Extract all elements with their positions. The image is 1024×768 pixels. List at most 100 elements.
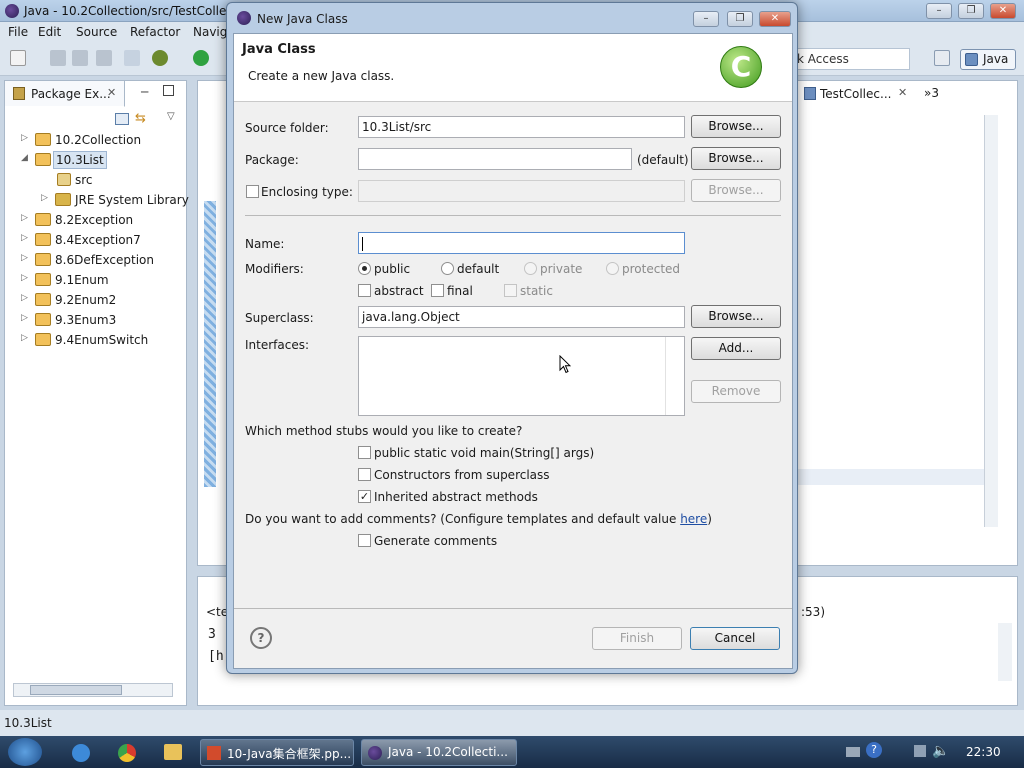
network-icon[interactable]	[914, 745, 926, 757]
tree-item-src[interactable]: src	[5, 170, 185, 190]
source-folder-browse-button[interactable]: Browse...	[691, 115, 781, 138]
current-line-highlight	[798, 469, 984, 485]
debug-icon[interactable]	[152, 50, 168, 66]
dialog-maximize-button[interactable]: ❐	[727, 11, 753, 27]
modifier-static-label: static	[520, 284, 553, 298]
help-tray-icon[interactable]: ?	[866, 742, 882, 758]
tree-item-8-4exception7[interactable]: ▷ 8.4Exception7	[5, 230, 185, 250]
tree-item-10-2collection[interactable]: ▷ 10.2Collection	[5, 130, 185, 150]
clock[interactable]: 22:30	[966, 745, 1001, 759]
ie-icon[interactable]	[72, 744, 90, 762]
superclass-browse-button[interactable]: Browse...	[691, 305, 781, 328]
package-explorer-icon	[13, 87, 25, 100]
scrollbar-thumb[interactable]	[30, 685, 122, 695]
source-folder-input[interactable]: 10.3List/src	[358, 116, 685, 138]
taskbar-item-ppt[interactable]: 10-Java集合框架.pp...	[200, 739, 354, 766]
tree-item-9-2enum2[interactable]: ▷ 9.2Enum2	[5, 290, 185, 310]
vertical-scrollbar[interactable]	[984, 115, 998, 527]
run-icon[interactable]	[193, 50, 209, 66]
new-icon[interactable]	[10, 50, 26, 66]
interfaces-add-button[interactable]: Add...	[691, 337, 781, 360]
view-menu-icon[interactable]: ▽	[167, 111, 175, 122]
save-all-icon[interactable]	[72, 50, 88, 66]
tree-item-9-3enum3[interactable]: ▷ 9.3Enum3	[5, 310, 185, 330]
link-editor-icon[interactable]: ⇆	[135, 111, 146, 126]
stub-inherited-checkbox[interactable]: ✓	[358, 490, 371, 503]
modifier-default-radio[interactable]	[441, 262, 454, 275]
cancel-button[interactable]: Cancel	[690, 627, 780, 650]
enclosing-type-checkbox[interactable]	[246, 185, 259, 198]
chrome-icon[interactable]	[118, 744, 136, 762]
package-input[interactable]	[358, 148, 632, 170]
print-icon[interactable]	[96, 50, 112, 66]
keyboard-icon[interactable]	[846, 747, 860, 757]
modifier-abstract-checkbox[interactable]	[358, 284, 371, 297]
tab-close-icon[interactable]: ✕	[107, 86, 116, 99]
open-perspective-icon[interactable]	[934, 50, 950, 66]
list-scroll-divider	[665, 337, 666, 415]
menu-source[interactable]: Source	[76, 25, 117, 39]
menu-refactor[interactable]: Refactor	[130, 25, 180, 39]
superclass-label: Superclass:	[245, 311, 314, 325]
skip-breakpoints-icon[interactable]	[124, 50, 140, 66]
minimize-view-icon[interactable]: ─	[141, 85, 148, 99]
stub-inherited-label: Inherited abstract methods	[374, 490, 538, 504]
explorer-icon[interactable]	[164, 744, 182, 760]
generate-comments-checkbox[interactable]	[358, 534, 371, 547]
start-button[interactable]	[8, 738, 42, 766]
enclosing-type-label: Enclosing type:	[261, 185, 353, 199]
dialog-title-bar: New Java Class – ❐ ✕	[227, 3, 797, 33]
stub-main-checkbox[interactable]	[358, 446, 371, 459]
tree-item-10-3list[interactable]: ◢ 10.3List	[5, 150, 185, 170]
package-explorer-tab-label: Package Ex...	[31, 87, 111, 101]
tree-item-9-1enum[interactable]: ▷ 9.1Enum	[5, 270, 185, 290]
close-button[interactable]: ✕	[990, 3, 1016, 19]
modifier-final-checkbox[interactable]	[431, 284, 444, 297]
console-scrollbar[interactable]	[998, 623, 1012, 681]
dialog-close-button[interactable]: ✕	[759, 11, 791, 27]
menu-file[interactable]: File	[8, 25, 28, 39]
modifier-private-radio[interactable]	[524, 262, 537, 275]
modifier-static-checkbox[interactable]	[504, 284, 517, 297]
menu-navigate[interactable]: Navig	[193, 25, 227, 39]
horizontal-scrollbar[interactable]	[13, 683, 173, 697]
package-explorer-tab[interactable]: Package Ex... ✕	[5, 81, 125, 107]
tree-item-8-6defexception[interactable]: ▷ 8.6DefException	[5, 250, 185, 270]
maximize-view-icon[interactable]	[163, 85, 174, 96]
name-input[interactable]	[358, 232, 685, 254]
save-icon[interactable]	[50, 50, 66, 66]
interfaces-remove-button[interactable]: Remove	[691, 380, 781, 403]
superclass-input[interactable]: java.lang.Object	[358, 306, 685, 328]
package-explorer-panel: Package Ex... ✕ ─ ⇆ ▽ ▷ 10.2Collection ◢…	[4, 80, 189, 706]
enclosing-type-input[interactable]	[358, 180, 685, 202]
quick-access-field[interactable]: k Access	[790, 48, 910, 70]
tab-overflow-indicator[interactable]: »3	[924, 86, 939, 100]
menu-edit[interactable]: Edit	[38, 25, 61, 39]
source-folder-icon	[57, 173, 71, 186]
collapse-all-icon[interactable]	[115, 113, 129, 125]
maximize-button[interactable]: ❐	[958, 3, 984, 19]
editor-tab-label[interactable]: TestCollec...	[820, 87, 891, 101]
modifier-public-radio[interactable]	[358, 262, 371, 275]
configure-templates-link[interactable]: here	[680, 512, 707, 526]
java-perspective-button[interactable]: Java	[960, 49, 1016, 70]
tree-item-jre[interactable]: ▷ JRE System Library	[5, 190, 189, 210]
interfaces-list[interactable]	[358, 336, 685, 416]
volume-icon[interactable]: 🔈	[932, 743, 949, 759]
taskbar-item-eclipse[interactable]: Java - 10.2Collecti...	[361, 739, 517, 766]
enclosing-type-browse-button[interactable]: Browse...	[691, 179, 781, 202]
help-button[interactable]: ?	[250, 627, 272, 649]
tree-item-9-4enumswitch[interactable]: ▷ 9.4EnumSwitch	[5, 330, 185, 350]
dialog-eclipse-icon	[237, 11, 251, 25]
windows-taskbar: 10-Java集合框架.pp... Java - 10.2Collecti...…	[0, 736, 1024, 768]
package-browse-button[interactable]: Browse...	[691, 147, 781, 170]
dialog-minimize-button[interactable]: –	[693, 11, 719, 27]
tree-item-8-2exception[interactable]: ▷ 8.2Exception	[5, 210, 185, 230]
finish-button[interactable]: Finish	[592, 627, 682, 650]
modifier-protected-radio[interactable]	[606, 262, 619, 275]
editor-tab-close-icon[interactable]: ✕	[898, 86, 907, 99]
modifier-abstract-label: abstract	[374, 284, 424, 298]
eclipse-icon	[5, 4, 19, 18]
minimize-button[interactable]: –	[926, 3, 952, 19]
stub-constructors-checkbox[interactable]	[358, 468, 371, 481]
